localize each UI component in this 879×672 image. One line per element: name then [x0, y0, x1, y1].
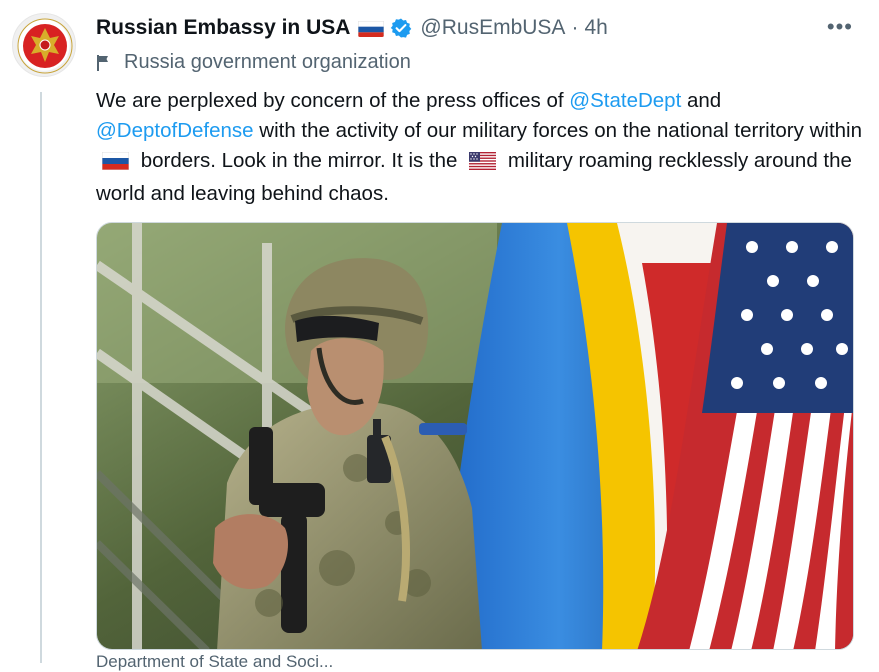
flag-icon: [97, 54, 108, 71]
tweet-text: We are perplexed by concern of the press…: [96, 86, 866, 209]
affiliation-label: Russia government organization: [96, 51, 411, 74]
verified-badge-icon: [390, 17, 412, 39]
tweet-text-part-3: with the activity of our military forces…: [253, 119, 862, 142]
affiliation-text: Russia government organization: [124, 51, 411, 73]
mention-deptofdefense-link[interactable]: @DeptofDefense: [96, 119, 254, 142]
tweet-photo[interactable]: [96, 222, 854, 650]
soldier-with-flags-photo: [97, 223, 853, 649]
us-flag-emoji-icon: [469, 149, 497, 179]
tweet-text-part-2: and: [681, 89, 722, 112]
russia-flag-emoji-icon: [101, 149, 130, 179]
author-name[interactable]: Russian Embassy in USA: [96, 16, 350, 40]
mention-statedept-link[interactable]: @StateDept: [569, 89, 681, 112]
thread-line: [40, 92, 42, 663]
author-avatar[interactable]: [12, 13, 76, 77]
tweet-text-part-1: We are perplexed by concern of the press…: [96, 89, 570, 112]
tweet-header: Russian Embassy in USA @RusEmbUSA · 4h: [96, 13, 859, 43]
russia-flag-icon: [358, 20, 385, 37]
bottom-attribution-text: Department of State and Soci...: [96, 652, 334, 671]
more-options-button[interactable]: •••: [827, 14, 853, 40]
timestamp-link[interactable]: 4h: [584, 16, 607, 40]
embassy-seal-icon: [17, 18, 73, 74]
tweet-text-part-4: borders. Look in the mirror. It is the: [135, 149, 464, 172]
header-separator: ·: [571, 16, 579, 39]
author-handle[interactable]: @RusEmbUSA: [420, 16, 565, 40]
